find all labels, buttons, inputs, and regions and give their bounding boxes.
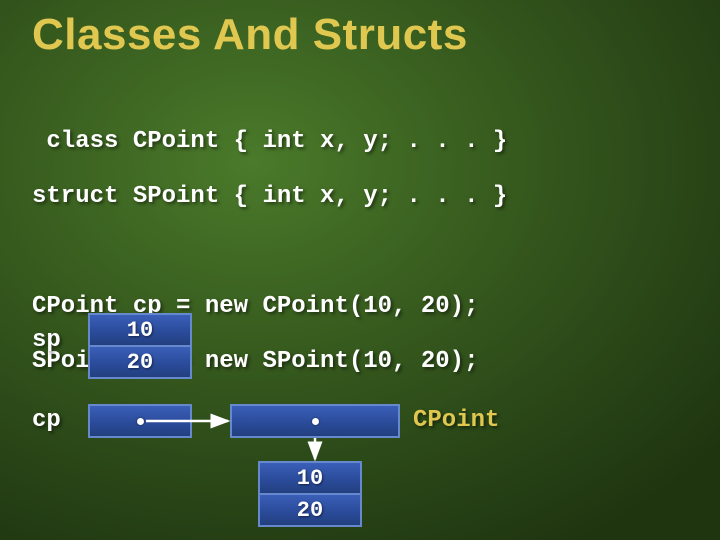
sp-field-y: 20 (88, 345, 192, 379)
slide-title: Classes And Structs (32, 10, 468, 60)
cp-heap-object-box (230, 404, 400, 438)
sp-field-x: 10 (88, 313, 192, 347)
sp-variable-label: sp (32, 327, 61, 354)
cp-field-x: 10 (258, 461, 362, 495)
code-line-2: struct SPoint { int x, y; . . . } (32, 183, 507, 211)
code-line-1: class CPoint { int x, y; . . . } (32, 128, 507, 156)
cp-reference-box (88, 404, 192, 438)
code-blank (32, 238, 507, 266)
pointer-dot-icon (137, 418, 144, 425)
pointer-dot-icon (312, 418, 319, 425)
cpoint-type-label: CPoint (413, 407, 499, 434)
cp-variable-label: cp (32, 407, 61, 434)
cp-field-y: 20 (258, 493, 362, 527)
